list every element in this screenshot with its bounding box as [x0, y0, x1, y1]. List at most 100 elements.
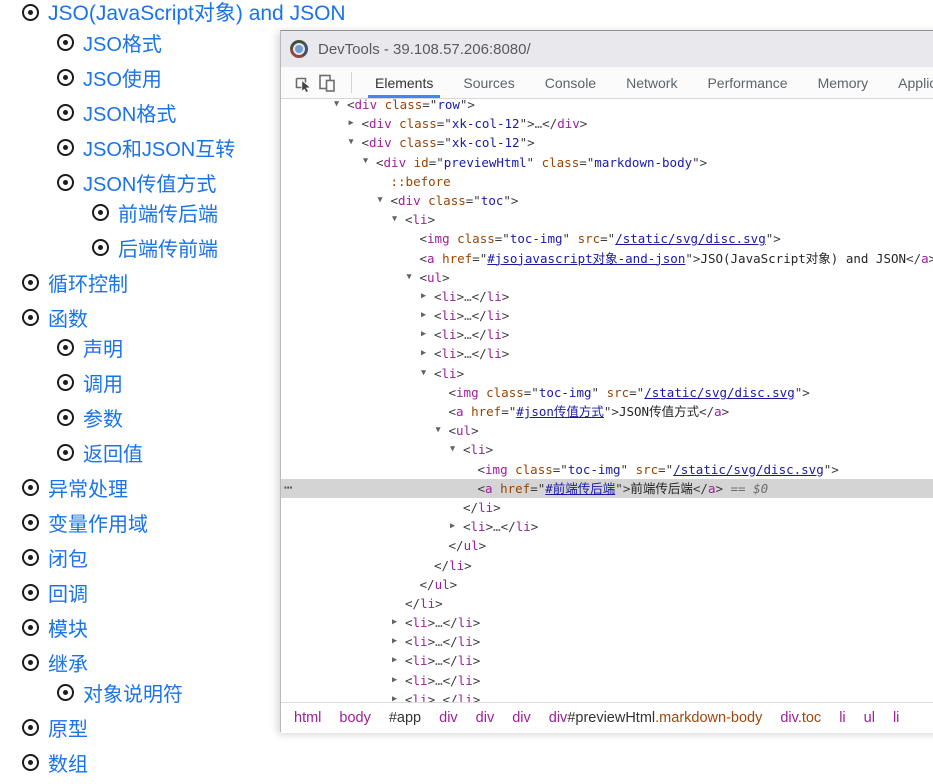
dom-tree-row[interactable]: ::before — [281, 172, 933, 191]
breadcrumb-item[interactable]: html — [294, 710, 321, 726]
toc-item-label[interactable]: JSO和JSON互转 — [83, 133, 235, 162]
toc-item-label[interactable]: JSO格式 — [83, 28, 162, 57]
toc-item[interactable]: JSON传值方式 — [57, 169, 216, 195]
toc-item-label[interactable]: 异常处理 — [48, 473, 128, 502]
breadcrumb-item[interactable]: ul — [864, 710, 875, 726]
toc-item[interactable]: 回调 — [22, 579, 88, 605]
dom-tree-row[interactable]: ▶<li>…</li> — [281, 517, 933, 536]
dom-tree-row[interactable]: </li> — [281, 594, 933, 613]
toc-item-label[interactable]: 变量作用域 — [48, 508, 148, 537]
dom-tree-row[interactable]: ▶<li>…</li> — [281, 287, 933, 306]
toc-item[interactable]: 调用 — [57, 369, 123, 395]
expanded-arrow-icon[interactable]: ▼ — [407, 268, 420, 287]
tab-network[interactable]: Network — [611, 67, 692, 98]
toc-item-label[interactable]: 模块 — [48, 613, 88, 642]
dom-tree-row[interactable]: </li> — [281, 556, 933, 575]
expanded-arrow-icon[interactable]: ▼ — [363, 152, 376, 171]
device-toolbar-icon[interactable] — [315, 71, 339, 95]
toc-item[interactable]: JSO格式 — [57, 29, 162, 55]
collapsed-arrow-icon[interactable]: ▶ — [349, 114, 362, 133]
toc-item-label[interactable]: 声明 — [83, 333, 123, 362]
toc-item-label[interactable]: 函数 — [48, 303, 88, 332]
toc-item[interactable]: 参数 — [57, 404, 123, 430]
dom-tree-row[interactable]: <a href="#json传值方式">JSON传值方式</a> — [281, 402, 933, 421]
dom-tree-row[interactable]: ▶<div class="xk-col-12">…</div> — [281, 114, 933, 133]
devtools-titlebar[interactable]: DevTools - 39.108.57.206:8080/ — [281, 31, 933, 67]
tab-memory[interactable]: Memory — [803, 67, 884, 98]
toc-item-label[interactable]: JSON格式 — [83, 98, 176, 127]
dom-tree-row[interactable]: ▼<li> — [281, 440, 933, 459]
inspect-element-icon[interactable] — [291, 71, 315, 95]
dom-tree-row[interactable]: ▶<li>…</li> — [281, 632, 933, 651]
dom-tree-row[interactable]: ▼<ul> — [281, 268, 933, 287]
more-actions-icon[interactable]: ⋯ — [284, 479, 291, 498]
toc-item[interactable]: 声明 — [57, 334, 123, 360]
tab-application[interactable]: Application — [883, 67, 933, 98]
collapsed-arrow-icon[interactable]: ▶ — [421, 306, 434, 325]
toc-item-label[interactable]: 返回值 — [83, 438, 143, 467]
collapsed-arrow-icon[interactable]: ▶ — [392, 690, 405, 702]
dom-tree[interactable]: ▼<div class="row">▶<div class="xk-col-12… — [281, 99, 933, 702]
toc-item-label[interactable]: 回调 — [48, 578, 88, 607]
collapsed-arrow-icon[interactable]: ▶ — [421, 344, 434, 363]
dom-tree-row[interactable]: ▶<li>…</li> — [281, 651, 933, 670]
tab-performance[interactable]: Performance — [692, 67, 802, 98]
expanded-arrow-icon[interactable]: ▼ — [436, 421, 449, 440]
dom-tree-row[interactable]: </ul> — [281, 536, 933, 555]
breadcrumb-item[interactable]: div#previewHtml.markdown-body — [549, 710, 763, 726]
collapsed-arrow-icon[interactable]: ▶ — [421, 325, 434, 344]
collapsed-arrow-icon[interactable]: ▶ — [392, 613, 405, 632]
toc-item[interactable]: 函数 — [22, 304, 88, 330]
dom-tree-row[interactable]: ▶<li>…</li> — [281, 306, 933, 325]
dom-tree-row[interactable]: ▼<div class="toc"> — [281, 191, 933, 210]
tab-console[interactable]: Console — [530, 67, 611, 98]
collapsed-arrow-icon[interactable]: ▶ — [392, 632, 405, 651]
toc-item[interactable]: JSO和JSON互转 — [57, 134, 235, 160]
toc-item[interactable]: 循环控制 — [22, 269, 128, 295]
breadcrumb-item[interactable]: div — [512, 710, 531, 726]
expanded-arrow-icon[interactable]: ▼ — [349, 133, 362, 152]
toc-item[interactable]: 返回值 — [57, 439, 143, 465]
toc-item-label[interactable]: 循环控制 — [48, 268, 128, 297]
dom-tree-row[interactable]: <img class="toc-img" src="/static/svg/di… — [281, 229, 933, 248]
toc-item[interactable]: 数组 — [22, 749, 88, 775]
toc-item-label[interactable]: JSO(JavaScript对象) and JSON — [48, 0, 346, 27]
toc-item-label[interactable]: 数组 — [48, 748, 88, 777]
toc-item[interactable]: 后端传前端 — [92, 234, 218, 260]
toc-item[interactable]: JSON格式 — [57, 99, 176, 125]
collapsed-arrow-icon[interactable]: ▶ — [392, 671, 405, 690]
dom-tree-row[interactable]: ▼<div class="xk-col-12"> — [281, 133, 933, 152]
collapsed-arrow-icon[interactable]: ▶ — [421, 287, 434, 306]
dom-tree-row[interactable]: ▶<li>…</li> — [281, 344, 933, 363]
tab-elements[interactable]: Elements — [360, 67, 448, 98]
dom-tree-row[interactable]: ▶<li>…</li> — [281, 671, 933, 690]
toc-item-label[interactable]: 参数 — [83, 403, 123, 432]
dom-tree-row[interactable]: ▶<li>…</li> — [281, 325, 933, 344]
dom-tree-row[interactable]: ▶<li>…</li> — [281, 613, 933, 632]
breadcrumb-item[interactable]: div — [476, 710, 495, 726]
expanded-arrow-icon[interactable]: ▼ — [392, 210, 405, 229]
toc-item[interactable]: JSO(JavaScript对象) and JSON — [22, 0, 346, 25]
toc-item-label[interactable]: 继承 — [48, 648, 88, 677]
dom-tree-row[interactable]: <a href="#jsojavascript对象-and-json">JSO(… — [281, 249, 933, 268]
toc-item[interactable]: 闭包 — [22, 544, 88, 570]
dom-tree-row[interactable]: </ul> — [281, 575, 933, 594]
tab-sources[interactable]: Sources — [448, 67, 529, 98]
toc-item[interactable]: 变量作用域 — [22, 509, 148, 535]
dom-tree-row[interactable]: ▼<li> — [281, 210, 933, 229]
toc-item-label[interactable]: 后端传前端 — [118, 233, 218, 262]
toc-item-label[interactable]: 对象说明符 — [83, 678, 183, 707]
collapsed-arrow-icon[interactable]: ▶ — [450, 517, 463, 536]
breadcrumb-item[interactable]: div — [439, 710, 458, 726]
breadcrumb-item[interactable]: li — [839, 710, 845, 726]
breadcrumb-item[interactable]: #app — [389, 710, 421, 726]
expanded-arrow-icon[interactable]: ▼ — [334, 99, 347, 114]
toc-item[interactable]: 异常处理 — [22, 474, 128, 500]
dom-tree-row[interactable]: </li> — [281, 498, 933, 517]
dom-tree-row[interactable]: <img class="toc-img" src="/static/svg/di… — [281, 460, 933, 479]
breadcrumb-item[interactable]: li — [893, 710, 899, 726]
toc-item[interactable]: 模块 — [22, 614, 88, 640]
dom-tree-row[interactable]: <img class="toc-img" src="/static/svg/di… — [281, 383, 933, 402]
dom-tree-row[interactable]: ▼<ul> — [281, 421, 933, 440]
toc-item[interactable]: 对象说明符 — [57, 679, 183, 705]
